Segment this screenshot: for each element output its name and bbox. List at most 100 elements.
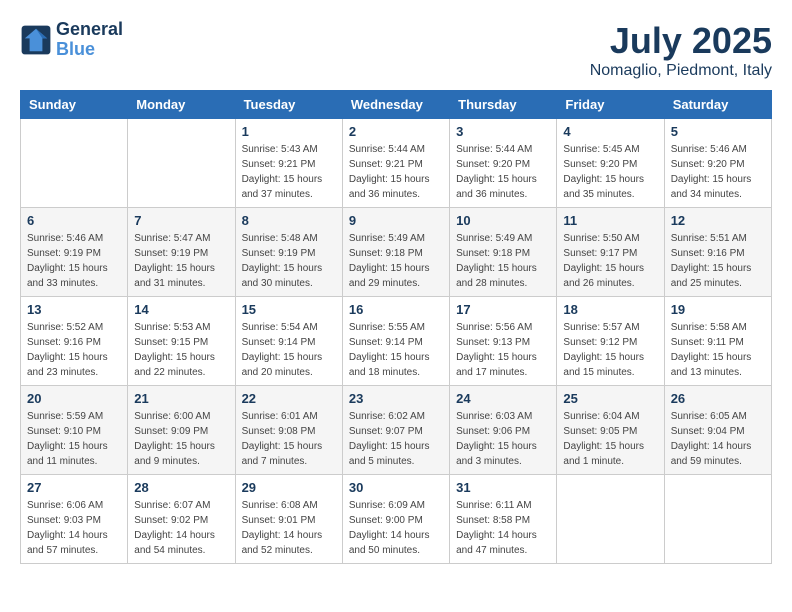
day-number: 17 [456, 302, 550, 317]
day-number: 18 [563, 302, 657, 317]
day-info: Sunrise: 5:56 AMSunset: 9:13 PMDaylight:… [456, 320, 550, 380]
day-info: Sunrise: 5:49 AMSunset: 9:18 PMDaylight:… [456, 231, 550, 291]
weekday-header-friday: Friday [557, 91, 664, 119]
day-info: Sunrise: 5:46 AMSunset: 9:20 PMDaylight:… [671, 142, 765, 202]
weekday-header-row: SundayMondayTuesdayWednesdayThursdayFrid… [21, 91, 772, 119]
day-info: Sunrise: 5:51 AMSunset: 9:16 PMDaylight:… [671, 231, 765, 291]
calendar-cell: 9 Sunrise: 5:49 AMSunset: 9:18 PMDaylight… [342, 208, 449, 297]
week-row-3: 13 Sunrise: 5:52 AMSunset: 9:16 PMDayligh… [21, 297, 772, 386]
day-info: Sunrise: 5:49 AMSunset: 9:18 PMDaylight:… [349, 231, 443, 291]
calendar-cell: 18 Sunrise: 5:57 AMSunset: 9:12 PMDayligh… [557, 297, 664, 386]
day-info: Sunrise: 6:07 AMSunset: 9:02 PMDaylight:… [134, 498, 228, 558]
calendar-cell: 1 Sunrise: 5:43 AMSunset: 9:21 PMDaylight… [235, 119, 342, 208]
weekday-header-saturday: Saturday [664, 91, 771, 119]
calendar-cell: 27 Sunrise: 6:06 AMSunset: 9:03 PMDayligh… [21, 475, 128, 564]
weekday-header-wednesday: Wednesday [342, 91, 449, 119]
day-info: Sunrise: 5:48 AMSunset: 9:19 PMDaylight:… [242, 231, 336, 291]
day-number: 23 [349, 391, 443, 406]
week-row-4: 20Sunrise: 5:59 AMSunset: 9:10 PMDayligh… [21, 386, 772, 475]
day-number: 9 [349, 213, 443, 228]
day-number: 15 [242, 302, 336, 317]
day-number: 1 [242, 124, 336, 139]
day-info: Sunrise: 5:44 AMSunset: 9:21 PMDaylight:… [349, 142, 443, 202]
calendar-cell [664, 475, 771, 564]
week-row-5: 27 Sunrise: 6:06 AMSunset: 9:03 PMDayligh… [21, 475, 772, 564]
calendar-cell: 20Sunrise: 5:59 AMSunset: 9:10 PMDayligh… [21, 386, 128, 475]
day-number: 6 [27, 213, 121, 228]
day-number: 29 [242, 480, 336, 495]
day-info: Sunrise: 5:47 AMSunset: 9:19 PMDaylight:… [134, 231, 228, 291]
day-info: Sunrise: 6:00 AMSunset: 9:09 PMDaylight:… [134, 409, 228, 469]
day-number: 3 [456, 124, 550, 139]
calendar-cell: 12 Sunrise: 5:51 AMSunset: 9:16 PMDayligh… [664, 208, 771, 297]
day-info: Sunrise: 6:11 AMSunset: 8:58 PMDaylight:… [456, 498, 550, 558]
calendar-cell: 19 Sunrise: 5:58 AMSunset: 9:11 PMDayligh… [664, 297, 771, 386]
day-info: Sunrise: 6:03 AMSunset: 9:06 PMDaylight:… [456, 409, 550, 469]
day-number: 31 [456, 480, 550, 495]
day-number: 22 [242, 391, 336, 406]
day-number: 4 [563, 124, 657, 139]
day-info: Sunrise: 5:53 AMSunset: 9:15 PMDaylight:… [134, 320, 228, 380]
day-number: 11 [563, 213, 657, 228]
day-info: Sunrise: 6:06 AMSunset: 9:03 PMDaylight:… [27, 498, 121, 558]
day-info: Sunrise: 6:04 AMSunset: 9:05 PMDaylight:… [563, 409, 657, 469]
calendar-cell: 26 Sunrise: 6:05 AMSunset: 9:04 PMDayligh… [664, 386, 771, 475]
calendar-cell: 5 Sunrise: 5:46 AMSunset: 9:20 PMDaylight… [664, 119, 771, 208]
day-number: 14 [134, 302, 228, 317]
day-number: 5 [671, 124, 765, 139]
calendar-cell: 16Sunrise: 5:55 AMSunset: 9:14 PMDayligh… [342, 297, 449, 386]
day-info: Sunrise: 5:44 AMSunset: 9:20 PMDaylight:… [456, 142, 550, 202]
day-number: 8 [242, 213, 336, 228]
day-number: 27 [27, 480, 121, 495]
logo-text-line1: General [56, 20, 123, 40]
calendar-cell: 22Sunrise: 6:01 AMSunset: 9:08 PMDayligh… [235, 386, 342, 475]
day-info: Sunrise: 5:59 AMSunset: 9:10 PMDaylight:… [27, 409, 121, 469]
page-header: General Blue July 2025 Nomaglio, Piedmon… [20, 20, 772, 80]
day-info: Sunrise: 6:09 AMSunset: 9:00 PMDaylight:… [349, 498, 443, 558]
day-info: Sunrise: 5:57 AMSunset: 9:12 PMDaylight:… [563, 320, 657, 380]
day-number: 25 [563, 391, 657, 406]
calendar-cell: 2Sunrise: 5:44 AMSunset: 9:21 PMDaylight… [342, 119, 449, 208]
calendar-cell: 11Sunrise: 5:50 AMSunset: 9:17 PMDayligh… [557, 208, 664, 297]
calendar-cell [557, 475, 664, 564]
day-number: 26 [671, 391, 765, 406]
title-block: July 2025 Nomaglio, Piedmont, Italy [590, 20, 772, 80]
day-info: Sunrise: 6:08 AMSunset: 9:01 PMDaylight:… [242, 498, 336, 558]
day-number: 28 [134, 480, 228, 495]
day-info: Sunrise: 5:55 AMSunset: 9:14 PMDaylight:… [349, 320, 443, 380]
location: Nomaglio, Piedmont, Italy [590, 62, 772, 80]
calendar-cell: 17 Sunrise: 5:56 AMSunset: 9:13 PMDayligh… [450, 297, 557, 386]
calendar-cell: 29 Sunrise: 6:08 AMSunset: 9:01 PMDayligh… [235, 475, 342, 564]
weekday-header-tuesday: Tuesday [235, 91, 342, 119]
day-info: Sunrise: 6:05 AMSunset: 9:04 PMDaylight:… [671, 409, 765, 469]
calendar-cell: 28 Sunrise: 6:07 AMSunset: 9:02 PMDayligh… [128, 475, 235, 564]
day-info: Sunrise: 6:02 AMSunset: 9:07 PMDaylight:… [349, 409, 443, 469]
day-info: Sunrise: 5:43 AMSunset: 9:21 PMDaylight:… [242, 142, 336, 202]
day-number: 12 [671, 213, 765, 228]
day-number: 21 [134, 391, 228, 406]
calendar-cell: 25 Sunrise: 6:04 AMSunset: 9:05 PMDayligh… [557, 386, 664, 475]
day-number: 7 [134, 213, 228, 228]
calendar-cell: 4Sunrise: 5:45 AMSunset: 9:20 PMDaylight… [557, 119, 664, 208]
calendar-cell: 30 Sunrise: 6:09 AMSunset: 9:00 PMDayligh… [342, 475, 449, 564]
day-number: 24 [456, 391, 550, 406]
logo-text-line2: Blue [56, 40, 123, 60]
week-row-1: 1 Sunrise: 5:43 AMSunset: 9:21 PMDaylight… [21, 119, 772, 208]
calendar-cell: 10Sunrise: 5:49 AMSunset: 9:18 PMDayligh… [450, 208, 557, 297]
calendar-cell: 21 Sunrise: 6:00 AMSunset: 9:09 PMDayligh… [128, 386, 235, 475]
weekday-header-monday: Monday [128, 91, 235, 119]
calendar-cell: 14 Sunrise: 5:53 AMSunset: 9:15 PMDayligh… [128, 297, 235, 386]
calendar-cell: 15Sunrise: 5:54 AMSunset: 9:14 PMDayligh… [235, 297, 342, 386]
day-number: 13 [27, 302, 121, 317]
calendar: SundayMondayTuesdayWednesdayThursdayFrid… [20, 90, 772, 564]
day-info: Sunrise: 5:58 AMSunset: 9:11 PMDaylight:… [671, 320, 765, 380]
day-number: 30 [349, 480, 443, 495]
weekday-header-thursday: Thursday [450, 91, 557, 119]
calendar-cell [21, 119, 128, 208]
calendar-cell: 31 Sunrise: 6:11 AMSunset: 8:58 PMDayligh… [450, 475, 557, 564]
day-info: Sunrise: 5:52 AMSunset: 9:16 PMDaylight:… [27, 320, 121, 380]
logo: General Blue [20, 20, 123, 60]
calendar-cell: 23 Sunrise: 6:02 AMSunset: 9:07 PMDayligh… [342, 386, 449, 475]
day-number: 19 [671, 302, 765, 317]
calendar-cell: 8 Sunrise: 5:48 AMSunset: 9:19 PMDaylight… [235, 208, 342, 297]
